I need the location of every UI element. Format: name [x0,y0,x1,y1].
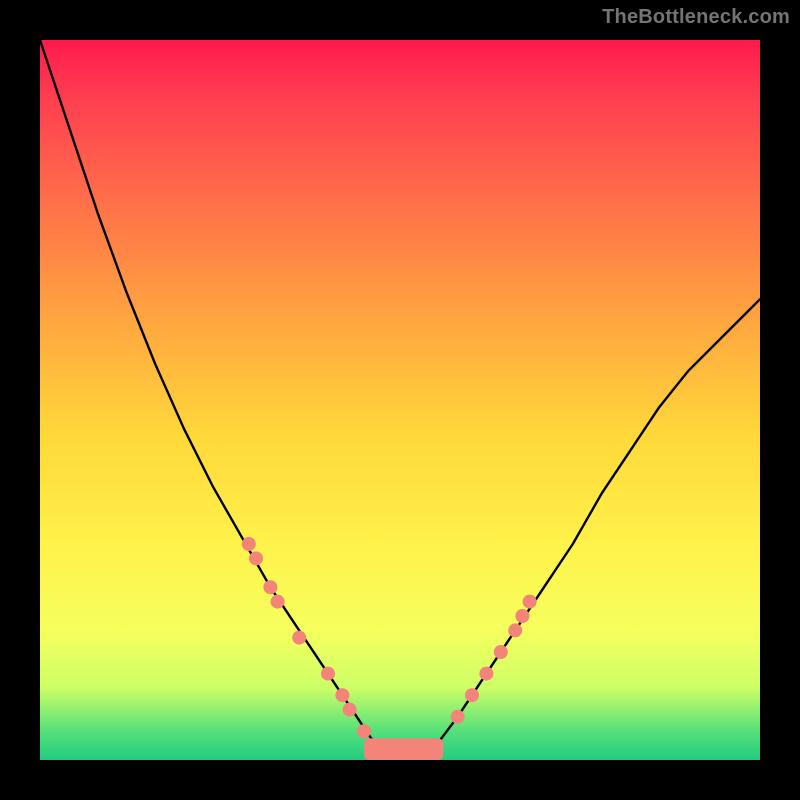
marker-dot [242,537,256,551]
marker-dot [263,580,277,594]
marker-dot [523,595,537,609]
marker-group [242,537,537,738]
chart-overlay [40,40,760,760]
marker-dot [465,688,479,702]
marker-dot [494,645,508,659]
marker-dot [335,688,349,702]
marker-dot [451,710,465,724]
marker-dot [271,595,285,609]
plot-area [40,40,760,760]
curve-line [40,40,760,760]
marker-dot [515,609,529,623]
watermark-label: TheBottleneck.com [602,6,790,29]
marker-dot [292,631,306,645]
marker-dot [508,623,522,637]
marker-dot [249,551,263,565]
marker-dot [479,667,493,681]
marker-dot [357,724,371,738]
marker-dot [321,667,335,681]
chart-container: TheBottleneck.com [0,0,800,800]
marker-dot [343,703,357,717]
valley-bar [364,738,443,760]
